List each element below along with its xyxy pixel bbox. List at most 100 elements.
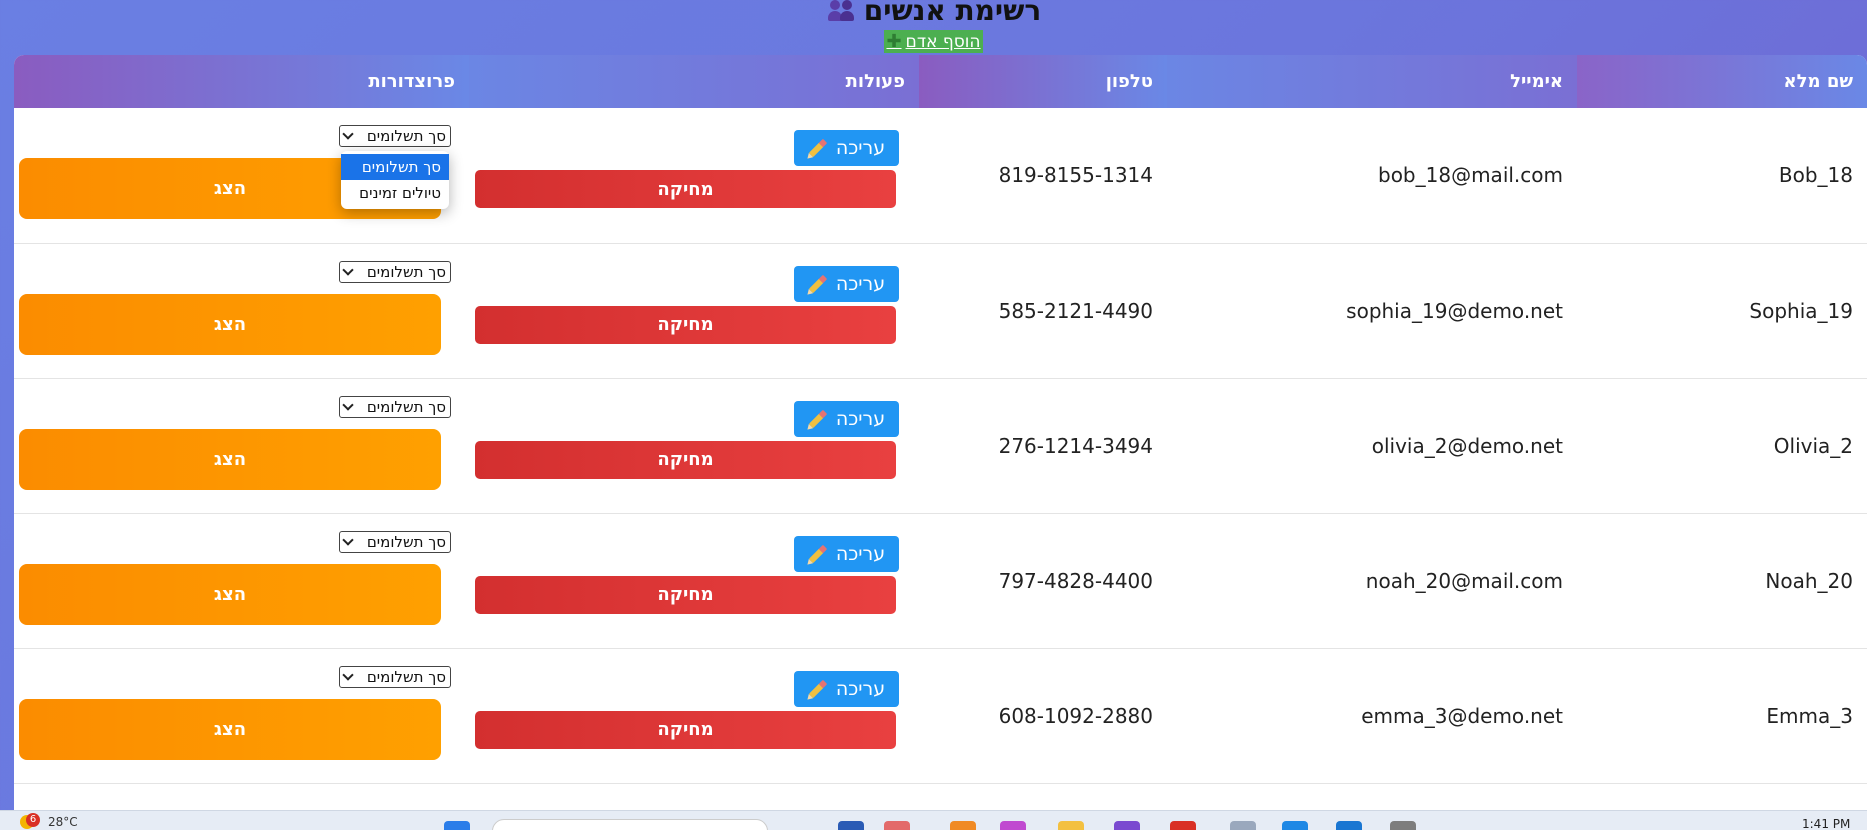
chevron-down-icon bbox=[342, 668, 354, 681]
edit-label: עריכה bbox=[835, 137, 886, 159]
edit-label: עריכה bbox=[835, 542, 886, 565]
show-button[interactable]: הצג bbox=[19, 698, 441, 760]
cell-full-name: Emma_3 bbox=[1766, 703, 1853, 728]
cell-phone: 819-8155-1314 bbox=[998, 163, 1153, 188]
people-icon bbox=[826, 0, 856, 24]
table-row: Bob_18 bob_18@mail.com 819-8155-1314 ערי… bbox=[14, 108, 1867, 243]
pencil-icon bbox=[808, 409, 828, 428]
show-button[interactable]: הצג bbox=[19, 428, 441, 490]
table-row: Sophia_19 sophia_19@demo.net 585-2121-44… bbox=[14, 243, 1867, 378]
pencil-icon bbox=[808, 274, 828, 293]
app-icon[interactable] bbox=[1114, 821, 1140, 830]
cell-actions: עריכה מחיקה bbox=[469, 243, 919, 378]
cell-full-name: Bob_18 bbox=[1778, 163, 1853, 188]
pencil-icon bbox=[808, 679, 828, 698]
cell-phone: 585-2121-4490 bbox=[998, 298, 1153, 323]
dropdown-option[interactable]: סך תשלומים bbox=[341, 154, 449, 180]
cell-actions: עריכה מחיקה bbox=[469, 378, 919, 513]
app-icon[interactable] bbox=[1000, 821, 1026, 830]
delete-button[interactable]: מחיקה bbox=[475, 170, 896, 208]
taskbar-clock: 1:41 PM bbox=[1802, 817, 1851, 830]
cell-phone: 276-1214-3494 bbox=[998, 433, 1153, 458]
cell-procedures: סך תשלומים הצג bbox=[14, 243, 469, 378]
edit-button[interactable]: עריכה bbox=[794, 535, 899, 572]
app-icon[interactable] bbox=[1230, 821, 1256, 830]
cell-actions: עריכה מחיקה bbox=[469, 513, 919, 648]
header-full-name: שם מלא bbox=[1577, 55, 1867, 108]
weather-badge: 6 bbox=[26, 813, 40, 827]
add-person-link-wrap: הוסף אדם ✚ bbox=[0, 30, 1867, 53]
cell-email: olivia_2@demo.net bbox=[1371, 433, 1563, 458]
chrome-icon[interactable] bbox=[1170, 821, 1196, 830]
app-icon[interactable] bbox=[1390, 821, 1416, 830]
header-phone: טלפון bbox=[919, 55, 1167, 108]
procedure-select-value: סך תשלומים bbox=[366, 262, 446, 281]
cell-full-name: Sophia_19 bbox=[1749, 298, 1853, 323]
edit-button[interactable]: עריכה bbox=[794, 130, 899, 166]
procedure-select-value: סך תשלומים bbox=[366, 397, 446, 416]
table-header-row: שם מלא אימייל טלפון פעולות פרוצדורות bbox=[14, 55, 1867, 108]
people-table-container: שם מלא אימייל טלפון פעולות פרוצדורות Bob… bbox=[14, 55, 1867, 810]
windows-start-icon[interactable] bbox=[444, 821, 470, 830]
pencil-icon bbox=[808, 138, 828, 158]
app-icon[interactable] bbox=[950, 821, 976, 830]
people-table: שם מלא אימייל טלפון פעולות פרוצדורות Bob… bbox=[14, 55, 1867, 784]
cell-email: emma_3@demo.net bbox=[1361, 703, 1563, 728]
delete-button[interactable]: מחיקה bbox=[475, 710, 896, 749]
procedure-select[interactable]: סך תשלומים bbox=[339, 665, 451, 688]
page-title-text: רשימת אנשים bbox=[863, 0, 1042, 27]
delete-button[interactable]: מחיקה bbox=[475, 575, 896, 614]
header-procedures: פרוצדורות bbox=[14, 55, 469, 108]
page-title: רשימת אנשים bbox=[826, 0, 1042, 27]
cell-email: noah_20@mail.com bbox=[1365, 568, 1563, 593]
cell-actions: עריכה מחיקה bbox=[469, 648, 919, 783]
edit-button[interactable]: עריכה bbox=[794, 265, 899, 302]
table-row: Emma_3 emma_3@demo.net 608-1092-2880 ערי… bbox=[14, 648, 1867, 783]
cell-phone: 797-4828-4400 bbox=[998, 568, 1153, 593]
add-person-link[interactable]: הוסף אדם ✚ bbox=[884, 30, 983, 53]
cell-email: sophia_19@demo.net bbox=[1346, 298, 1563, 323]
edit-button[interactable]: עריכה bbox=[794, 670, 899, 707]
app-icon[interactable] bbox=[884, 821, 910, 830]
edit-button[interactable]: עריכה bbox=[794, 400, 899, 437]
pencil-icon bbox=[808, 544, 828, 563]
chevron-down-icon bbox=[342, 533, 354, 546]
edit-label: עריכה bbox=[835, 272, 886, 295]
weather-widget[interactable]: 6 28°C bbox=[20, 813, 78, 829]
procedure-select-value: סך תשלומים bbox=[366, 532, 446, 551]
cell-phone: 608-1092-2880 bbox=[998, 703, 1153, 728]
table-row: Olivia_2 olivia_2@demo.net 276-1214-3494… bbox=[14, 378, 1867, 513]
procedure-select[interactable]: סך תשלומים bbox=[339, 530, 451, 553]
procedure-select[interactable]: סך תשלומים bbox=[339, 395, 451, 418]
procedure-select-value: סך תשלומים bbox=[366, 127, 446, 145]
dropdown-option[interactable]: טיולים זמינים bbox=[341, 180, 449, 206]
procedure-select[interactable]: סך תשלומים bbox=[339, 260, 451, 283]
chevron-down-icon bbox=[342, 398, 354, 411]
edit-label: עריכה bbox=[835, 677, 886, 700]
app-icon[interactable] bbox=[838, 821, 864, 830]
delete-button[interactable]: מחיקה bbox=[475, 305, 896, 344]
show-button[interactable]: הצג bbox=[19, 563, 441, 625]
vscode-icon[interactable] bbox=[1336, 821, 1362, 830]
cell-full-name: Olivia_2 bbox=[1773, 433, 1853, 458]
add-person-label: הוסף אדם bbox=[905, 31, 981, 52]
weather-temp: 28°C bbox=[48, 815, 78, 829]
table-row: Noah_20 noah_20@mail.com 797-4828-4400 ע… bbox=[14, 513, 1867, 648]
taskbar: 6 28°C 1:41 PM bbox=[0, 810, 1867, 830]
app-icon[interactable] bbox=[1282, 821, 1308, 830]
cell-procedures: סך תשלומים הצג bbox=[14, 513, 469, 648]
procedure-select[interactable]: סך תשלומים bbox=[339, 125, 451, 147]
page-header: רשימת אנשים bbox=[0, 0, 1867, 32]
folder-icon[interactable] bbox=[1058, 821, 1084, 830]
procedure-dropdown-menu: סך תשלומים טיולים זמינים bbox=[341, 151, 449, 209]
delete-button[interactable]: מחיקה bbox=[475, 440, 896, 479]
edit-label: עריכה bbox=[835, 407, 886, 430]
cell-full-name: Noah_20 bbox=[1765, 568, 1853, 593]
cell-actions: עריכה מחיקה bbox=[469, 108, 919, 243]
procedure-select-value: סך תשלומים bbox=[366, 667, 446, 686]
header-email: אימייל bbox=[1167, 55, 1577, 108]
show-button[interactable]: הצג bbox=[19, 293, 441, 355]
plus-icon: ✚ bbox=[886, 31, 902, 52]
taskbar-search[interactable] bbox=[492, 819, 768, 830]
chevron-down-icon bbox=[342, 263, 354, 276]
